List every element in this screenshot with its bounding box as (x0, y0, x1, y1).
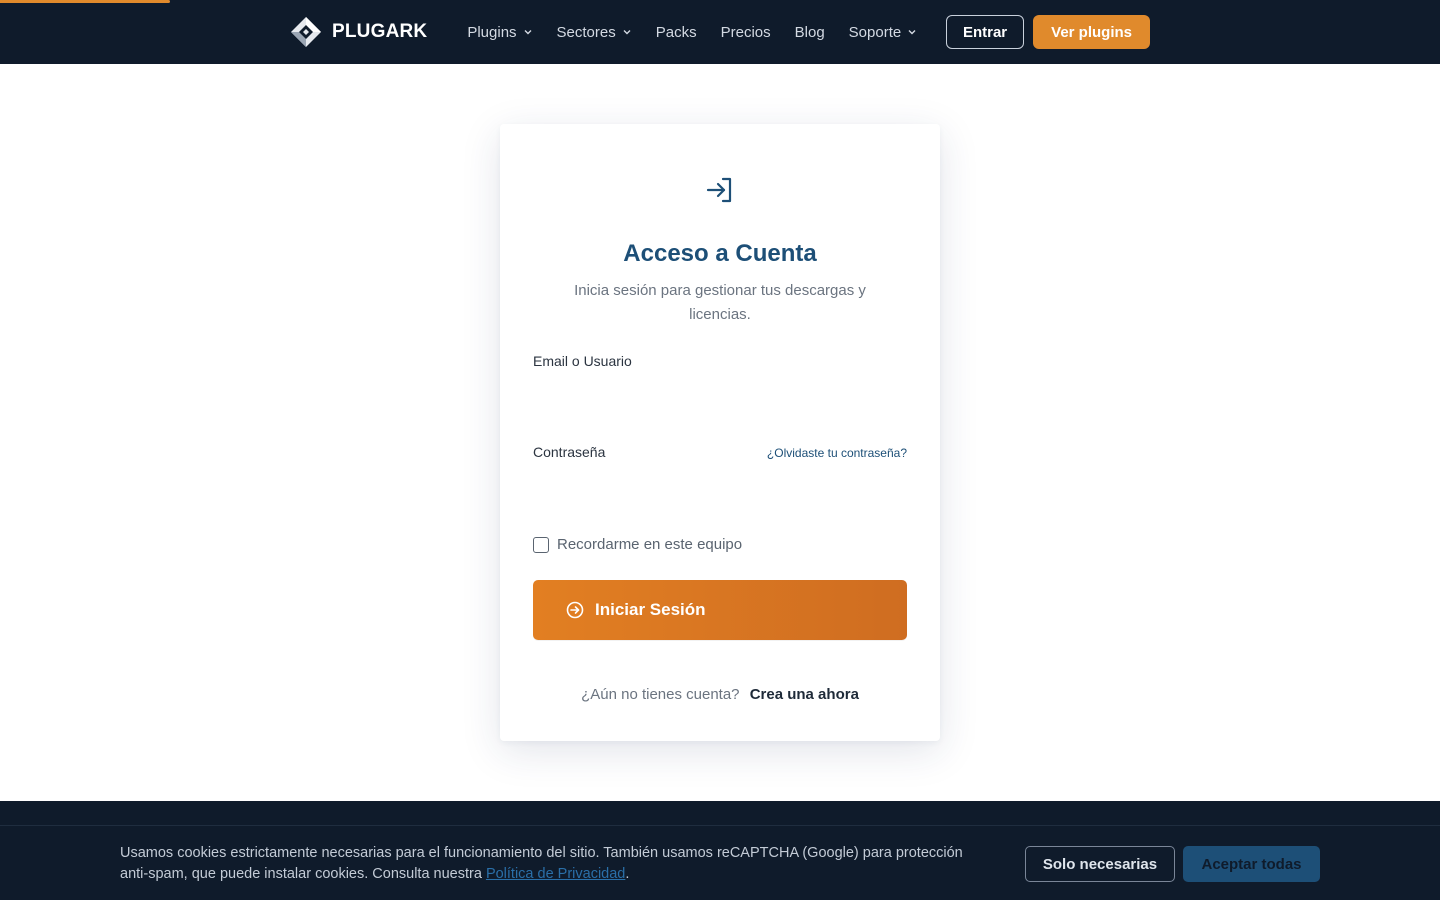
cookie-banner: Usamos cookies estrictamente necesarias … (0, 825, 1440, 900)
remember-me[interactable]: Recordarme en este equipo (533, 536, 742, 553)
nav-item-label: Blog (794, 23, 825, 41)
nav-item-precios[interactable]: Precios (721, 24, 771, 41)
page-load-progress-bar (0, 0, 170, 3)
nav-item-label: Sectores (556, 23, 616, 41)
nav-item-label: Plugins (467, 23, 517, 41)
remember-label: Recordarme en este equipo (557, 536, 743, 553)
login-card: Acceso a Cuenta Inicia sesión para gesti… (500, 124, 940, 741)
login-header-button[interactable]: Entrar (945, 15, 1025, 49)
login-submit-button[interactable]: Iniciar Sesión (533, 580, 907, 640)
cookie-text: Usamos cookies estrictamente necesarias … (120, 843, 990, 885)
nav-item-plugins[interactable]: Plugins (467, 24, 532, 41)
remember-checkbox[interactable] (533, 536, 549, 553)
page-title: Acceso a Cuenta (623, 240, 817, 267)
login-subtitle: Inicia sesión para gestionar tus descarg… (574, 282, 866, 323)
site-header: PLUGARK Plugins Sectores Packs Precios B… (0, 0, 1440, 64)
nav-item-soporte[interactable]: Soporte (849, 24, 918, 41)
nav-item-label: Precios (720, 23, 771, 41)
arrow-circle-right-icon (566, 601, 584, 619)
login-submit-label: Iniciar Sesión (595, 600, 706, 619)
necessary-only-button[interactable]: Solo necesarias (1025, 846, 1175, 882)
nav-item-packs[interactable]: Packs (656, 24, 697, 41)
signup-link[interactable]: Crea una ahora (750, 686, 859, 703)
password-label: Contraseña (533, 444, 606, 460)
plugark-logo-icon (291, 17, 321, 47)
nav-item-label: Packs (655, 23, 697, 41)
chevron-down-icon (908, 30, 916, 35)
accept-all-button[interactable]: Aceptar todas (1183, 846, 1320, 882)
brand-name: PLUGARK (332, 21, 428, 42)
brand-logo[interactable]: PLUGARK (290, 16, 427, 48)
password-field[interactable] (533, 468, 907, 508)
email-label: Email o Usuario (533, 353, 632, 369)
main-nav: Plugins Sectores Packs Precios Blog Sopo… (467, 24, 917, 41)
email-field[interactable] (533, 377, 907, 417)
nav-item-label: Soporte (848, 23, 902, 41)
privacy-policy-link[interactable]: Política de Privacidad (486, 866, 625, 882)
chevron-down-icon (524, 30, 532, 35)
cookie-text-end: . (625, 866, 630, 882)
chevron-down-icon (623, 30, 631, 35)
header-actions: Entrar Ver plugins (945, 15, 1150, 49)
view-plugins-button[interactable]: Ver plugins (1033, 15, 1150, 49)
signup-question: ¿Aún no tienes cuenta? (581, 686, 740, 703)
login-arrow-icon (706, 177, 732, 203)
nav-item-sectores[interactable]: Sectores (557, 24, 632, 41)
header-inner: PLUGARK Plugins Sectores Packs Precios B… (290, 0, 1150, 64)
forgot-password-link[interactable]: ¿Olvidaste tu contraseña? (767, 446, 907, 460)
signup-row: ¿Aún no tienes cuenta? Crea una ahora (500, 686, 940, 703)
nav-item-blog[interactable]: Blog (795, 24, 825, 41)
